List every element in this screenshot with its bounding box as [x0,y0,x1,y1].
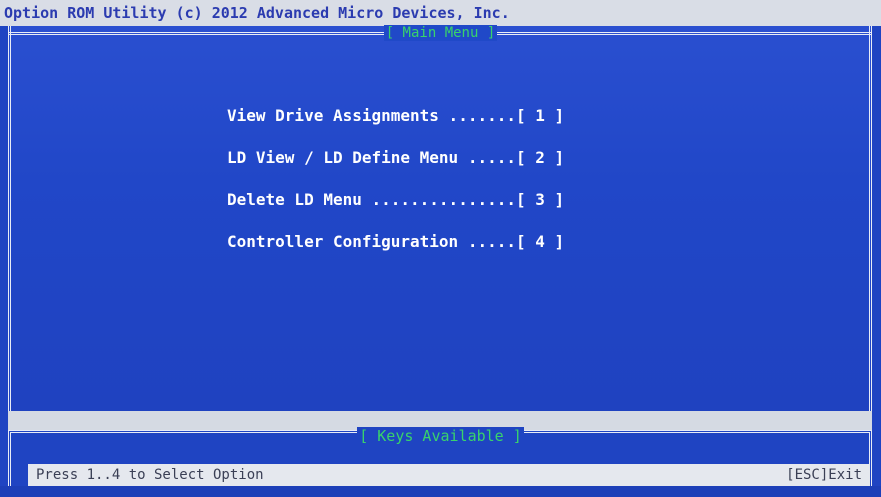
utility-title: Option ROM Utility (c) 2012 Advanced Mic… [4,4,510,22]
main-menu-list: View Drive Assignments .......[ 1 ] LD V… [227,104,564,272]
keys-available-title: [ Keys Available ] [357,427,524,445]
bottom-strip [0,486,881,497]
utility-title-bar: Option ROM Utility (c) 2012 Advanced Mic… [0,0,881,26]
bios-screen: Option ROM Utility (c) 2012 Advanced Mic… [0,0,881,497]
keys-title-wrap: [ Keys Available ] [0,426,881,446]
menu-item-delete-ld[interactable]: Delete LD Menu ...............[ 3 ] [227,188,564,212]
main-menu-title-wrap: [ Main Menu ] [0,24,881,42]
menu-item-ld-view-define[interactable]: LD View / LD Define Menu .....[ 2 ] [227,146,564,170]
menu-item-controller-configuration[interactable]: Controller Configuration .....[ 4 ] [227,230,564,254]
status-bar: Press 1..4 to Select Option [ESC]Exit [28,464,870,486]
main-menu-title: [ Main Menu ] [383,25,498,41]
esc-exit-key[interactable]: [ESC]Exit [786,464,862,486]
menu-item-view-drive-assignments[interactable]: View Drive Assignments .......[ 1 ] [227,104,564,128]
select-option-hint: Press 1..4 to Select Option [36,467,264,483]
